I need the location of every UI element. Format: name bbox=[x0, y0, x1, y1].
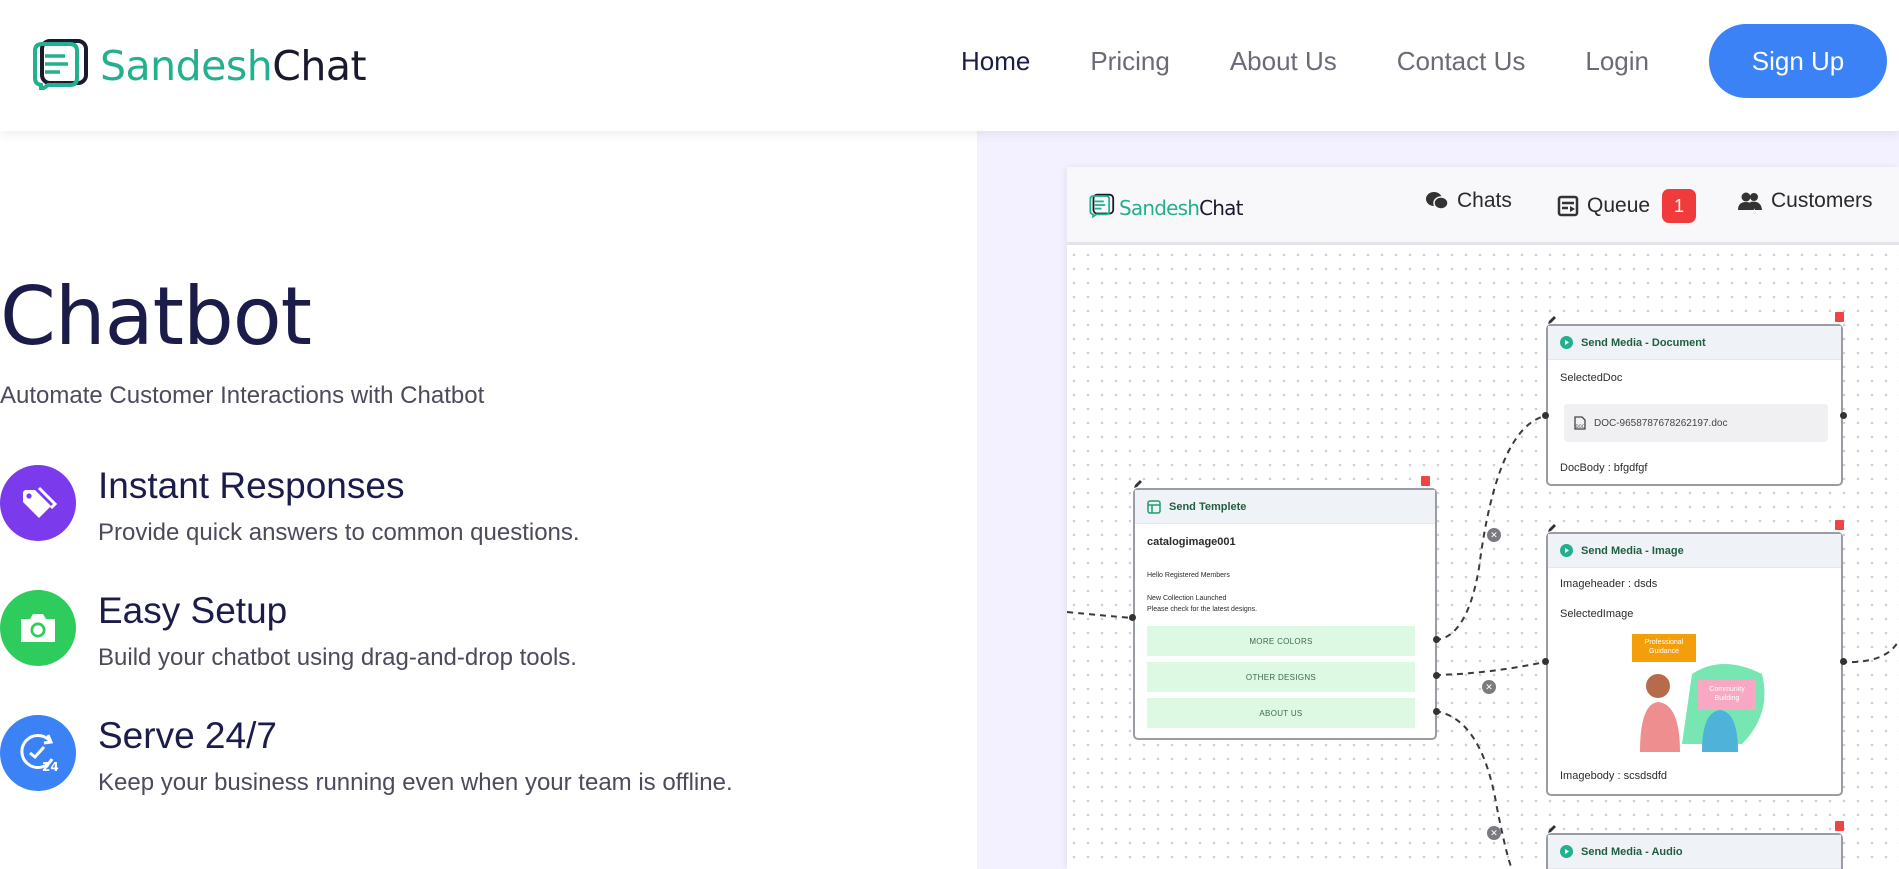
input-port[interactable] bbox=[1542, 658, 1549, 665]
feature-serve-24-7: 24 Serve 24/7 Keep your business running… bbox=[0, 715, 733, 797]
feature-title: Instant Responses bbox=[98, 465, 405, 506]
feature-easy-setup: Easy Setup Build your chatbot using drag… bbox=[0, 590, 577, 672]
svg-text:DOC: DOC bbox=[1576, 424, 1585, 429]
site-header: SandeshChat Home Pricing About Us Contac… bbox=[0, 0, 1899, 131]
remove-connection-icon[interactable]: ✕ bbox=[1487, 528, 1501, 542]
page-subtitle: Automate Customer Interactions with Chat… bbox=[0, 382, 485, 409]
template-line: Hello Registered Members bbox=[1147, 572, 1230, 579]
send-media-document-node[interactable]: Send Media - Document SelectedDoc DOC DO… bbox=[1546, 324, 1843, 486]
edit-icon[interactable] bbox=[1547, 520, 1557, 532]
main-nav: Home Pricing About Us Contact Us Login S… bbox=[961, 24, 1887, 98]
delete-icon[interactable] bbox=[1835, 520, 1844, 530]
customers-icon bbox=[1737, 191, 1763, 211]
delete-icon[interactable] bbox=[1835, 821, 1844, 831]
send-media-image-node[interactable]: Send Media - Image Imageheader : dsds Se… bbox=[1546, 532, 1843, 796]
sign-up-button[interactable]: Sign Up bbox=[1709, 24, 1887, 98]
play-icon bbox=[1560, 544, 1573, 557]
preview-brand-logo: SandeshChat bbox=[1089, 192, 1243, 223]
template-line: New Collection Launched bbox=[1147, 595, 1227, 602]
template-icon bbox=[1147, 499, 1161, 514]
page-title: Chatbot bbox=[0, 270, 312, 363]
output-port[interactable] bbox=[1840, 658, 1847, 665]
selected-image-preview: Professional Guidance Community Building bbox=[1622, 634, 1770, 752]
tag-icon bbox=[0, 465, 76, 541]
nav-contact-us[interactable]: Contact Us bbox=[1397, 46, 1526, 77]
edit-icon[interactable] bbox=[1547, 821, 1557, 833]
send-media-audio-node[interactable]: Send Media - Audio bbox=[1546, 833, 1843, 869]
nav-pricing[interactable]: Pricing bbox=[1090, 46, 1169, 77]
feature-description: Provide quick answers to common question… bbox=[98, 519, 580, 546]
queue-count-badge: 1 bbox=[1662, 189, 1697, 223]
feature-title: Serve 24/7 bbox=[98, 715, 277, 756]
template-line: Please check for the latest designs. bbox=[1147, 606, 1258, 613]
play-icon bbox=[1560, 845, 1573, 858]
edit-icon[interactable] bbox=[1133, 476, 1143, 488]
feature-description: Keep your business running even when you… bbox=[98, 769, 733, 796]
template-button[interactable]: OTHER DESIGNS bbox=[1147, 662, 1415, 692]
preview-nav-chats[interactable]: Chats bbox=[1425, 189, 1512, 213]
play-icon bbox=[1560, 336, 1573, 349]
flow-canvas[interactable]: ✕ ✕ ✕ Send Templete catalogimage001 Hell… bbox=[1067, 248, 1899, 869]
delete-icon[interactable] bbox=[1835, 312, 1844, 322]
brand-logo[interactable]: SandeshChat bbox=[32, 38, 367, 95]
template-button[interactable]: ABOUT US bbox=[1147, 698, 1415, 728]
preview-topbar: SandeshChat Chats Queue 1 Customers bbox=[1067, 167, 1899, 245]
send-template-node[interactable]: Send Templete catalogimage001 Hello Regi… bbox=[1133, 488, 1437, 740]
remove-connection-icon[interactable]: ✕ bbox=[1487, 826, 1501, 840]
preview-nav-customers[interactable]: Customers bbox=[1737, 189, 1873, 213]
doc-file-icon: DOC bbox=[1574, 416, 1586, 430]
camera-icon bbox=[0, 590, 76, 666]
input-port[interactable] bbox=[1129, 614, 1136, 621]
output-port[interactable] bbox=[1433, 672, 1440, 679]
brand-name: SandeshChat bbox=[100, 42, 367, 90]
document-attachment[interactable]: DOC DOC-9658787678262197.doc bbox=[1564, 404, 1828, 442]
output-port[interactable] bbox=[1433, 708, 1440, 715]
template-name: catalogimage001 bbox=[1147, 536, 1236, 548]
nav-login[interactable]: Login bbox=[1585, 46, 1649, 77]
output-port[interactable] bbox=[1433, 636, 1440, 643]
nav-about-us[interactable]: About Us bbox=[1230, 46, 1337, 77]
svg-text:24: 24 bbox=[42, 760, 59, 774]
input-port[interactable] bbox=[1542, 412, 1549, 419]
edit-icon[interactable] bbox=[1547, 312, 1557, 324]
chatbot-builder-preview: SandeshChat Chats Queue 1 Customers ✕ ✕ … bbox=[1067, 167, 1899, 869]
remove-connection-icon[interactable]: ✕ bbox=[1482, 680, 1496, 694]
template-button[interactable]: MORE COLORS bbox=[1147, 626, 1415, 656]
nav-home[interactable]: Home bbox=[961, 46, 1030, 77]
feature-description: Build your chatbot using drag-and-drop t… bbox=[98, 644, 577, 671]
feature-instant-responses: Instant Responses Provide quick answers … bbox=[0, 465, 580, 547]
chat-logo-icon bbox=[32, 38, 90, 95]
delete-icon[interactable] bbox=[1421, 476, 1430, 486]
output-port[interactable] bbox=[1840, 412, 1847, 419]
feature-title: Easy Setup bbox=[98, 590, 288, 631]
chats-icon bbox=[1425, 190, 1449, 212]
queue-icon bbox=[1557, 195, 1579, 217]
clock-24-icon: 24 bbox=[0, 715, 76, 791]
chat-logo-icon bbox=[1089, 192, 1115, 223]
preview-nav-queue[interactable]: Queue 1 bbox=[1557, 189, 1697, 223]
